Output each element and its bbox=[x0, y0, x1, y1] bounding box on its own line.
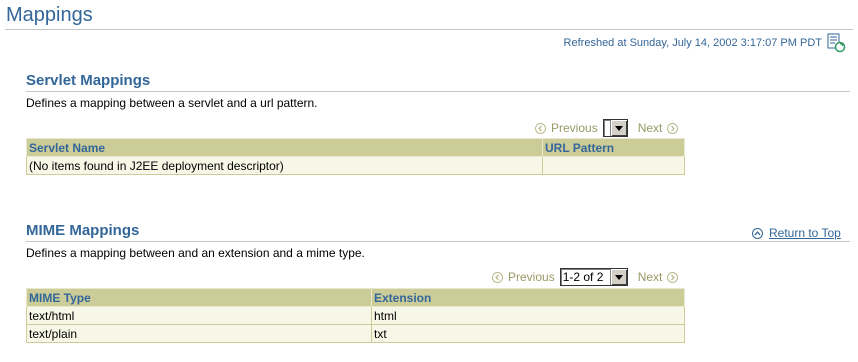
refreshed-timestamp: Refreshed at Sunday, July 14, 2002 3:17:… bbox=[563, 37, 822, 49]
mime-section-divider bbox=[26, 241, 850, 242]
dropdown-arrow-icon bbox=[609, 269, 627, 285]
next-arrow-icon bbox=[667, 122, 679, 134]
mime-range-select[interactable]: 1-2 of 2 bbox=[559, 268, 628, 286]
column-header-servlet-name: Servlet Name bbox=[26, 138, 543, 157]
mime-pagination: Previous 1-2 of 2 Next bbox=[492, 268, 679, 286]
mime-mappings-table: MIME Type Extension text/html html text/… bbox=[26, 288, 685, 343]
servlet-pagination: Previous Next bbox=[535, 119, 679, 137]
table-cell bbox=[542, 156, 685, 175]
mime-description: Defines a mapping between and an extensi… bbox=[26, 246, 365, 260]
servlet-next-label: Next bbox=[637, 121, 663, 135]
page-title: Mappings bbox=[6, 4, 93, 26]
table-cell: (No items found in J2EE deployment descr… bbox=[26, 156, 543, 175]
previous-arrow-icon bbox=[535, 122, 546, 134]
servlet-range-select[interactable] bbox=[602, 119, 628, 137]
servlet-mappings-table: Servlet Name URL Pattern (No items found… bbox=[26, 138, 685, 175]
mime-range-value: 1-2 of 2 bbox=[562, 270, 604, 284]
table-row: (No items found in J2EE deployment descr… bbox=[26, 156, 685, 175]
return-to-top-label: Return to Top bbox=[769, 226, 841, 240]
table-cell: text/html bbox=[26, 306, 372, 325]
table-cell: html bbox=[371, 306, 685, 325]
column-header-mime-type: MIME Type bbox=[26, 288, 372, 307]
servlet-next-button[interactable]: Next bbox=[638, 121, 679, 135]
servlet-previous-label: Previous bbox=[551, 121, 598, 135]
table-header-row: Servlet Name URL Pattern bbox=[26, 138, 685, 157]
servlet-section-divider bbox=[26, 91, 850, 92]
servlet-description: Defines a mapping between a servlet and … bbox=[26, 96, 318, 110]
refresh-icon[interactable] bbox=[826, 33, 846, 53]
title-divider bbox=[5, 29, 853, 30]
mime-previous-label: Previous bbox=[508, 270, 555, 284]
servlet-mappings-heading: Servlet Mappings bbox=[26, 72, 151, 89]
mime-previous-button[interactable]: Previous bbox=[492, 270, 555, 284]
mime-mappings-heading: MIME Mappings bbox=[26, 222, 140, 239]
previous-arrow-icon bbox=[492, 271, 503, 283]
return-to-top-link[interactable]: Return to Top bbox=[752, 226, 841, 240]
mime-next-label: Next bbox=[637, 270, 663, 284]
table-cell: text/plain bbox=[26, 324, 372, 343]
mime-next-button[interactable]: Next bbox=[638, 270, 679, 284]
table-row: text/html html bbox=[26, 306, 685, 325]
servlet-previous-button[interactable]: Previous bbox=[535, 121, 598, 135]
dropdown-arrow-icon bbox=[609, 120, 627, 136]
next-arrow-icon bbox=[667, 271, 679, 283]
column-header-extension: Extension bbox=[371, 288, 685, 307]
table-row: text/plain txt bbox=[26, 324, 685, 343]
column-header-url-pattern: URL Pattern bbox=[542, 138, 685, 157]
table-header-row: MIME Type Extension bbox=[26, 288, 685, 307]
table-cell: txt bbox=[371, 324, 685, 343]
return-top-icon bbox=[752, 227, 763, 239]
